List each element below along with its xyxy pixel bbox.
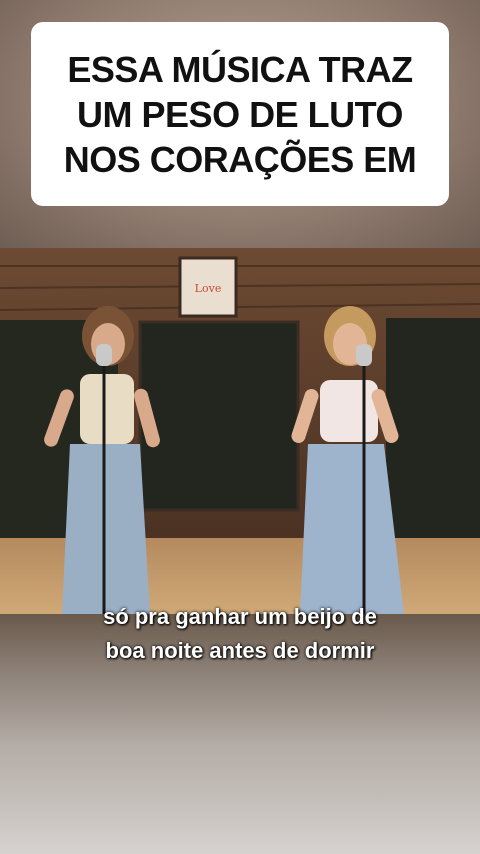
svg-text:Love: Love <box>195 282 222 295</box>
subtitle-line-1: só pra ganhar um beijo de <box>103 604 377 629</box>
microphone-left <box>96 344 112 366</box>
overlay-caption-text: ESSA MÚSICA TRAZ UM PESO DE LUTO NOS COR… <box>63 48 417 180</box>
subtitle-block: só pra ganhar um beijo de boa noite ante… <box>0 600 480 668</box>
microphone-right <box>356 344 372 366</box>
video-frame[interactable]: Love <box>0 248 480 614</box>
subtitle-line-2: boa noite antes de dormir <box>105 638 375 663</box>
overlay-caption-box: ESSA MÚSICA TRAZ UM PESO DE LUTO NOS COR… <box>31 22 449 206</box>
studio-scene: Love <box>0 248 480 614</box>
